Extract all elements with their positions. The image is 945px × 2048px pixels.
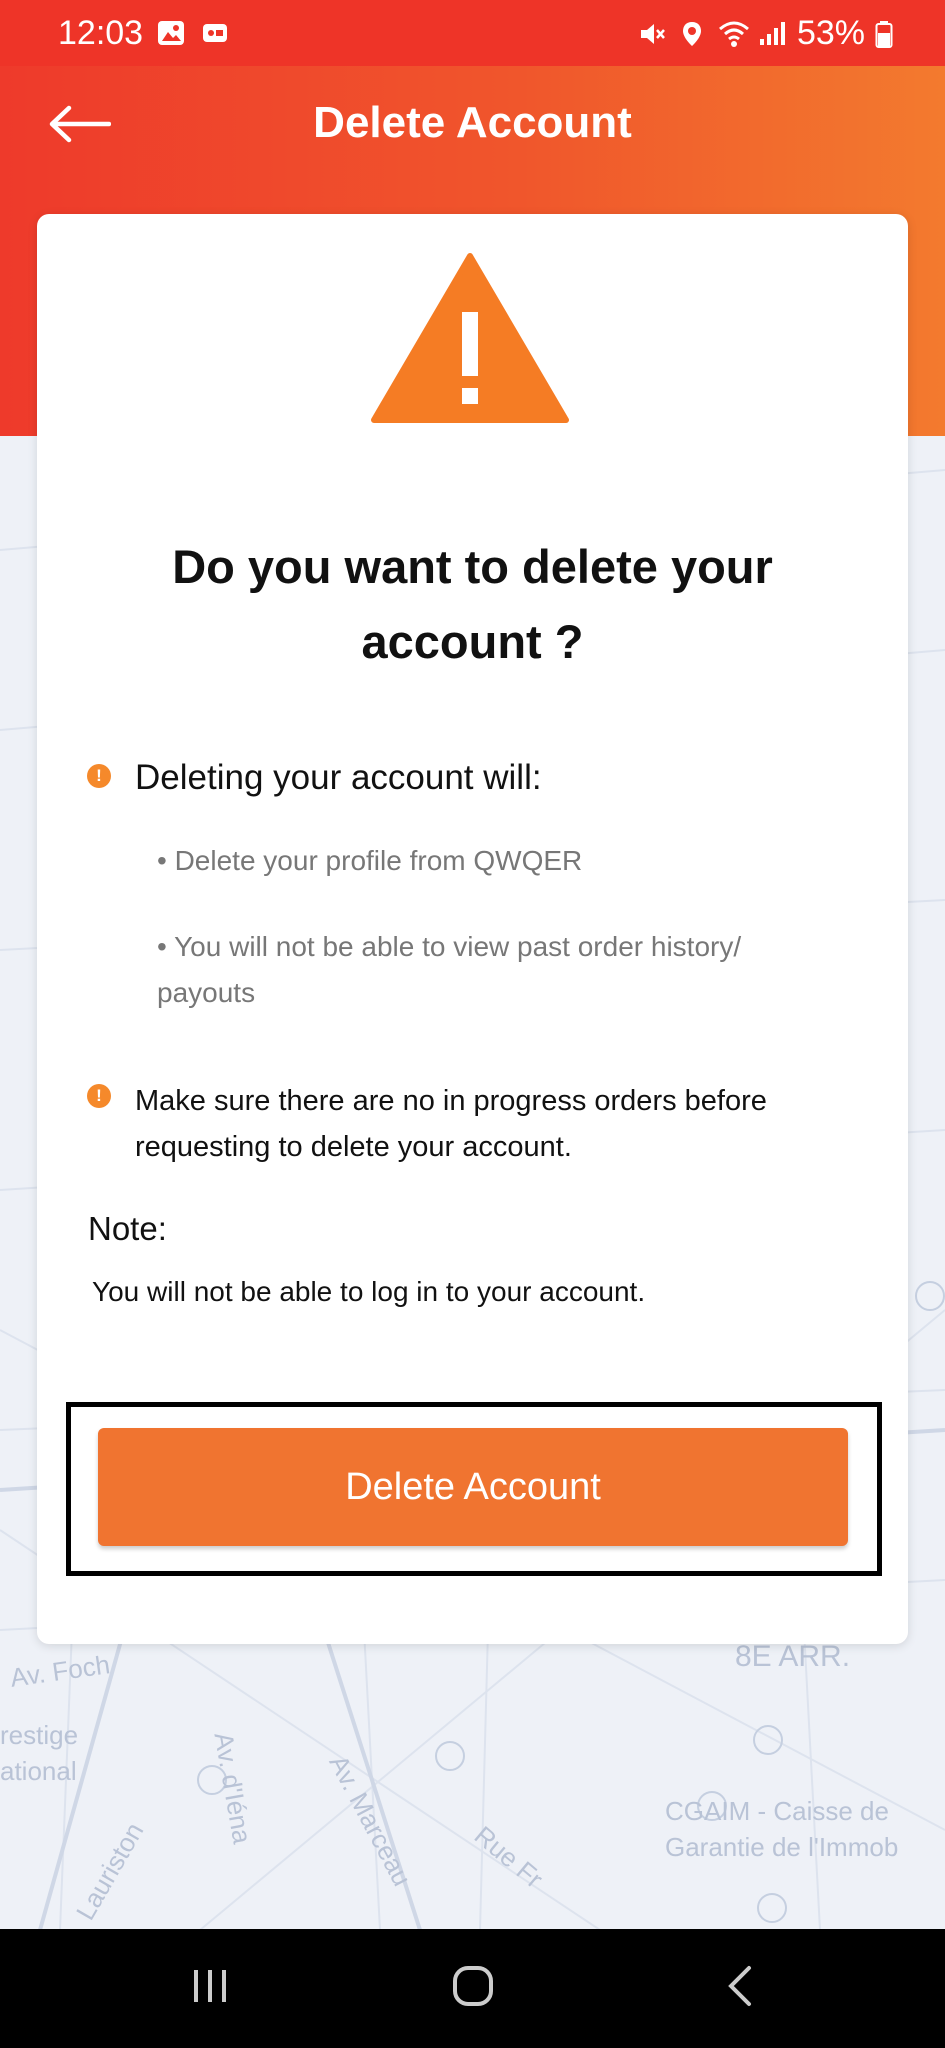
bullet-item: • Delete your profile from QWQER (157, 845, 583, 876)
recent-apps-icon (190, 1966, 230, 2011)
status-time: 12:03 (58, 14, 144, 52)
note-text: You will not be able to log in to your a… (92, 1276, 646, 1307)
page-title: Delete Account (313, 98, 632, 147)
map-label: CGAIM - Caisse de (665, 1796, 889, 1826)
mute-icon (637, 19, 667, 49)
note-label: Note: (88, 1210, 167, 1247)
map-label: 8E ARR. (735, 1640, 851, 1673)
signal-icon (757, 19, 787, 49)
battery-icon (875, 19, 893, 49)
warning-triangle-icon (370, 250, 570, 426)
map-label: restige (0, 1720, 79, 1750)
map-label: ational (0, 1756, 77, 1786)
app-bar: Delete Account (0, 66, 945, 186)
status-bar: 12:03 53% (0, 0, 945, 66)
exclamation-circle-icon: ! (87, 1084, 111, 1108)
bullet-item: • You will not be able to view past orde… (157, 931, 742, 962)
chevron-left-icon (725, 1964, 755, 2013)
gallery-icon (156, 18, 186, 48)
recent-apps-button[interactable] (160, 1929, 260, 2048)
home-icon (451, 1964, 495, 2013)
exclamation-circle-icon: ! (87, 764, 111, 788)
battery-percentage: 53% (796, 14, 865, 52)
text-line: requesting to delete your account. (135, 1131, 572, 1163)
deleting-info: ! Deleting your account will: (87, 758, 542, 798)
map-label: Garantie de l'Immob (665, 1832, 899, 1862)
location-icon (677, 19, 707, 49)
progress-orders-text: Make sure there are no in progress order… (135, 1078, 845, 1170)
delete-question: Do you want to delete your account ? (97, 529, 848, 679)
notification-app-icon (200, 18, 230, 48)
progress-orders-info: ! Make sure there are no in progress ord… (87, 1078, 845, 1170)
back-nav-button[interactable] (690, 1929, 790, 2048)
delete-account-card: Do you want to delete your account ? ! D… (37, 214, 908, 1644)
question-line: account ? (361, 615, 584, 668)
question-line: Do you want to delete your (172, 540, 773, 593)
navigation-bar (0, 1929, 945, 2048)
text-line: Make sure there are no in progress order… (135, 1085, 767, 1117)
wifi-icon (717, 19, 749, 49)
home-button[interactable] (423, 1929, 523, 2048)
bullet-item: payouts (157, 977, 256, 1008)
deleting-heading: Deleting your account will: (135, 758, 542, 797)
delete-account-button[interactable]: Delete Account (98, 1428, 848, 1546)
